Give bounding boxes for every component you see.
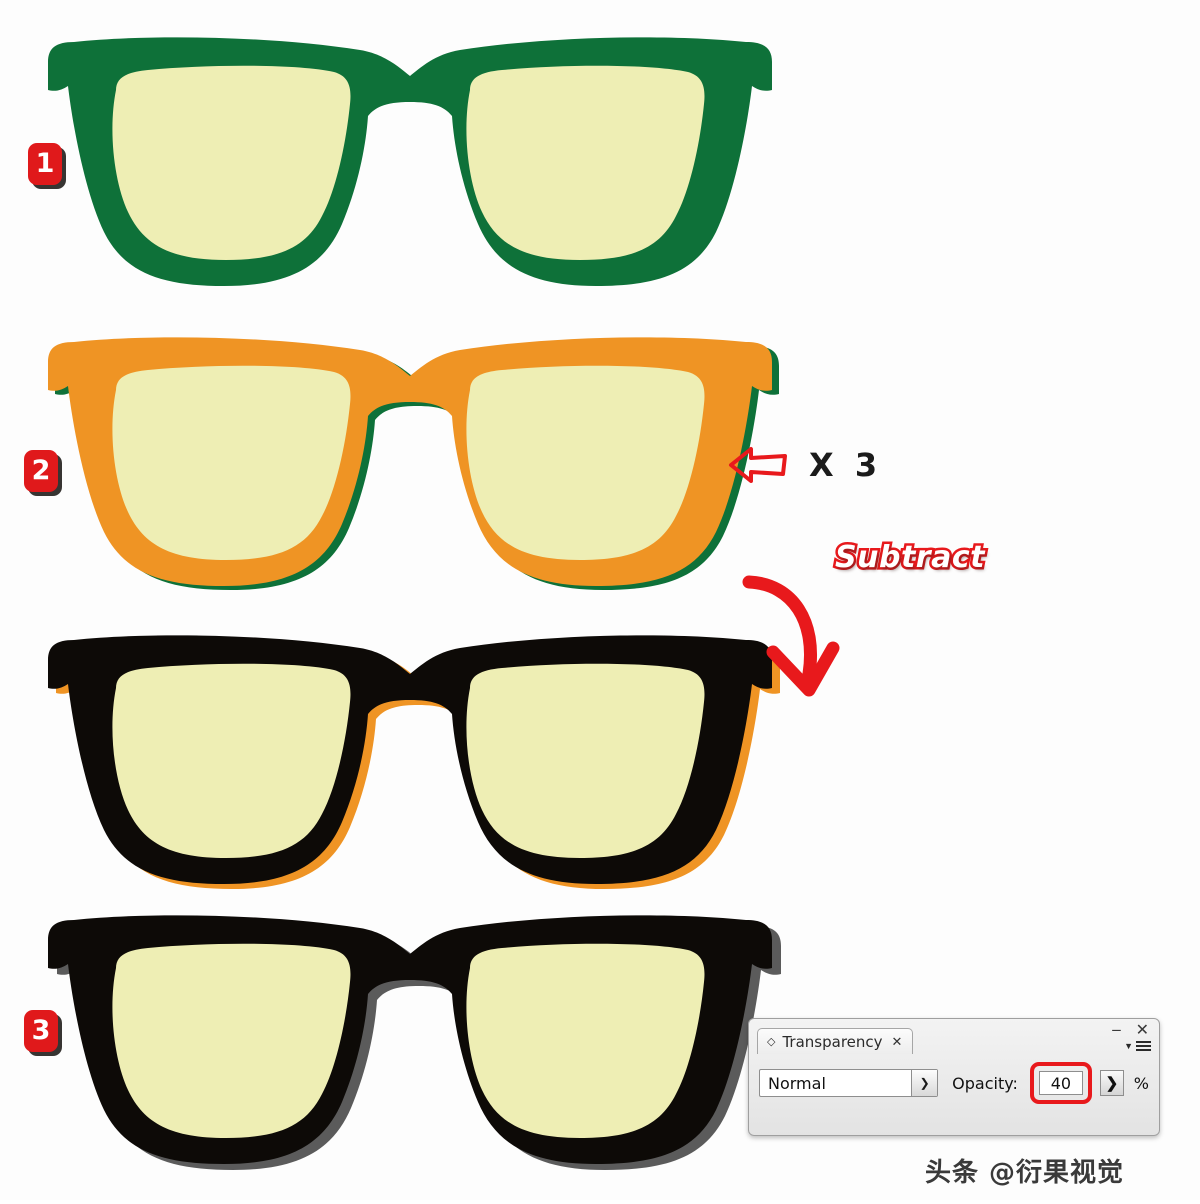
minimize-icon[interactable]: ‒ <box>1111 1022 1121 1038</box>
annotation-x3: X 3 <box>725 440 882 490</box>
glasses-frame-orange <box>48 337 772 586</box>
window-controls: ‒ ✕ <box>1111 1022 1149 1038</box>
opacity-input[interactable]: 40 <box>1038 1071 1083 1095</box>
chevron-down-icon[interactable]: ❯ <box>911 1070 938 1096</box>
glasses-step-3 <box>30 898 790 1198</box>
blend-mode-value: Normal <box>768 1073 826 1093</box>
transparency-panel: ◇ Transparency ✕ ‒ ✕ ▼ Normal ❯ Opacity:… <box>748 1018 1160 1136</box>
tab-transparency-label: Transparency <box>782 1032 883 1051</box>
illustration-canvas: 1 2 3 X 3 Subtract ◇ Transparency ✕ ‒ ✕ … <box>0 0 1200 1200</box>
close-icon[interactable]: ✕ <box>1136 1022 1149 1038</box>
hamburger-icon <box>1136 1039 1151 1053</box>
watermark: 头条 @衍果视觉 <box>925 1158 1125 1188</box>
step-badge-2: 2 <box>24 450 58 492</box>
annotation-subtract: Subtract <box>735 530 987 697</box>
diamond-icon: ◇ <box>767 1036 776 1048</box>
step-badge-1: 1 <box>28 143 62 185</box>
opacity-label: Opacity: <box>952 1073 1018 1093</box>
opacity-stepper-button[interactable]: ❯ <box>1099 1070 1124 1096</box>
blend-mode-select[interactable]: Normal ❯ <box>759 1069 939 1097</box>
curved-arrow-down-icon <box>742 575 840 697</box>
glasses-step-2 <box>30 320 790 620</box>
panel-body: Normal ❯ Opacity: 40 ❯ % <box>749 1055 1159 1111</box>
opacity-highlight-box: 40 <box>1029 1062 1092 1104</box>
glasses-step-1 <box>30 20 790 320</box>
arrow-left-icon <box>729 447 787 483</box>
opacity-unit: % <box>1133 1073 1149 1093</box>
annotation-subtract-label: Subtract <box>833 538 987 578</box>
panel-titlebar: ◇ Transparency ✕ ‒ ✕ ▼ <box>749 1019 1159 1054</box>
tab-transparency[interactable]: ◇ Transparency ✕ <box>757 1028 914 1054</box>
glasses-frame-black <box>48 635 772 884</box>
glasses-step-black-over-orange <box>30 618 790 918</box>
glasses-frame-green <box>48 37 772 287</box>
annotation-x3-label: X 3 <box>809 446 883 484</box>
tab-close-icon[interactable]: ✕ <box>892 1034 903 1050</box>
glasses-frame-black <box>48 915 772 1164</box>
step-badge-3: 3 <box>24 1010 58 1052</box>
chevron-down-icon: ▼ <box>1124 1041 1133 1051</box>
panel-menu-icon[interactable]: ▼ <box>1124 1039 1151 1053</box>
